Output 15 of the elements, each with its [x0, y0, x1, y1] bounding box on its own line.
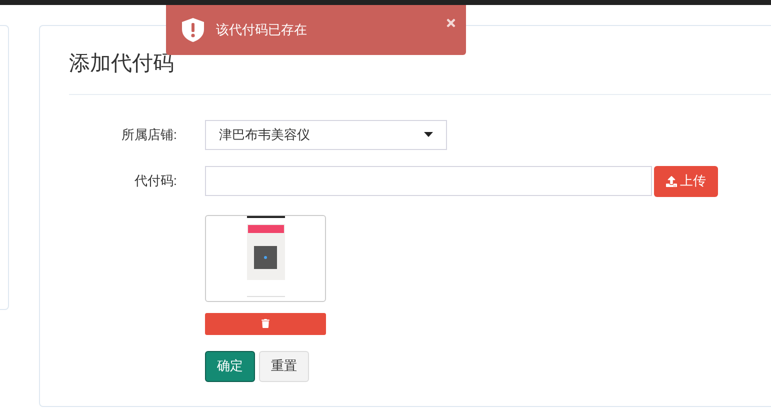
- shield-alert-icon: [182, 18, 204, 42]
- field-label: 所属店铺:: [120, 126, 178, 144]
- close-button[interactable]: [445, 17, 457, 29]
- upload-button[interactable]: 上传: [654, 166, 718, 196]
- trash-icon: [261, 319, 270, 328]
- close-icon: [445, 17, 457, 29]
- caret-icon: [424, 132, 433, 137]
- toast-message: 该代付码已存在: [216, 21, 307, 40]
- delete-button[interactable]: [205, 312, 326, 334]
- form-button[interactable]: 重置: [259, 350, 309, 382]
- code-input[interactable]: [205, 166, 652, 196]
- field-label: 代付码:: [133, 172, 178, 190]
- shop-select[interactable]: 津巴布韦美容仪: [205, 120, 447, 150]
- upload-icon: [666, 176, 677, 186]
- form-button[interactable]: 确定: [205, 350, 255, 382]
